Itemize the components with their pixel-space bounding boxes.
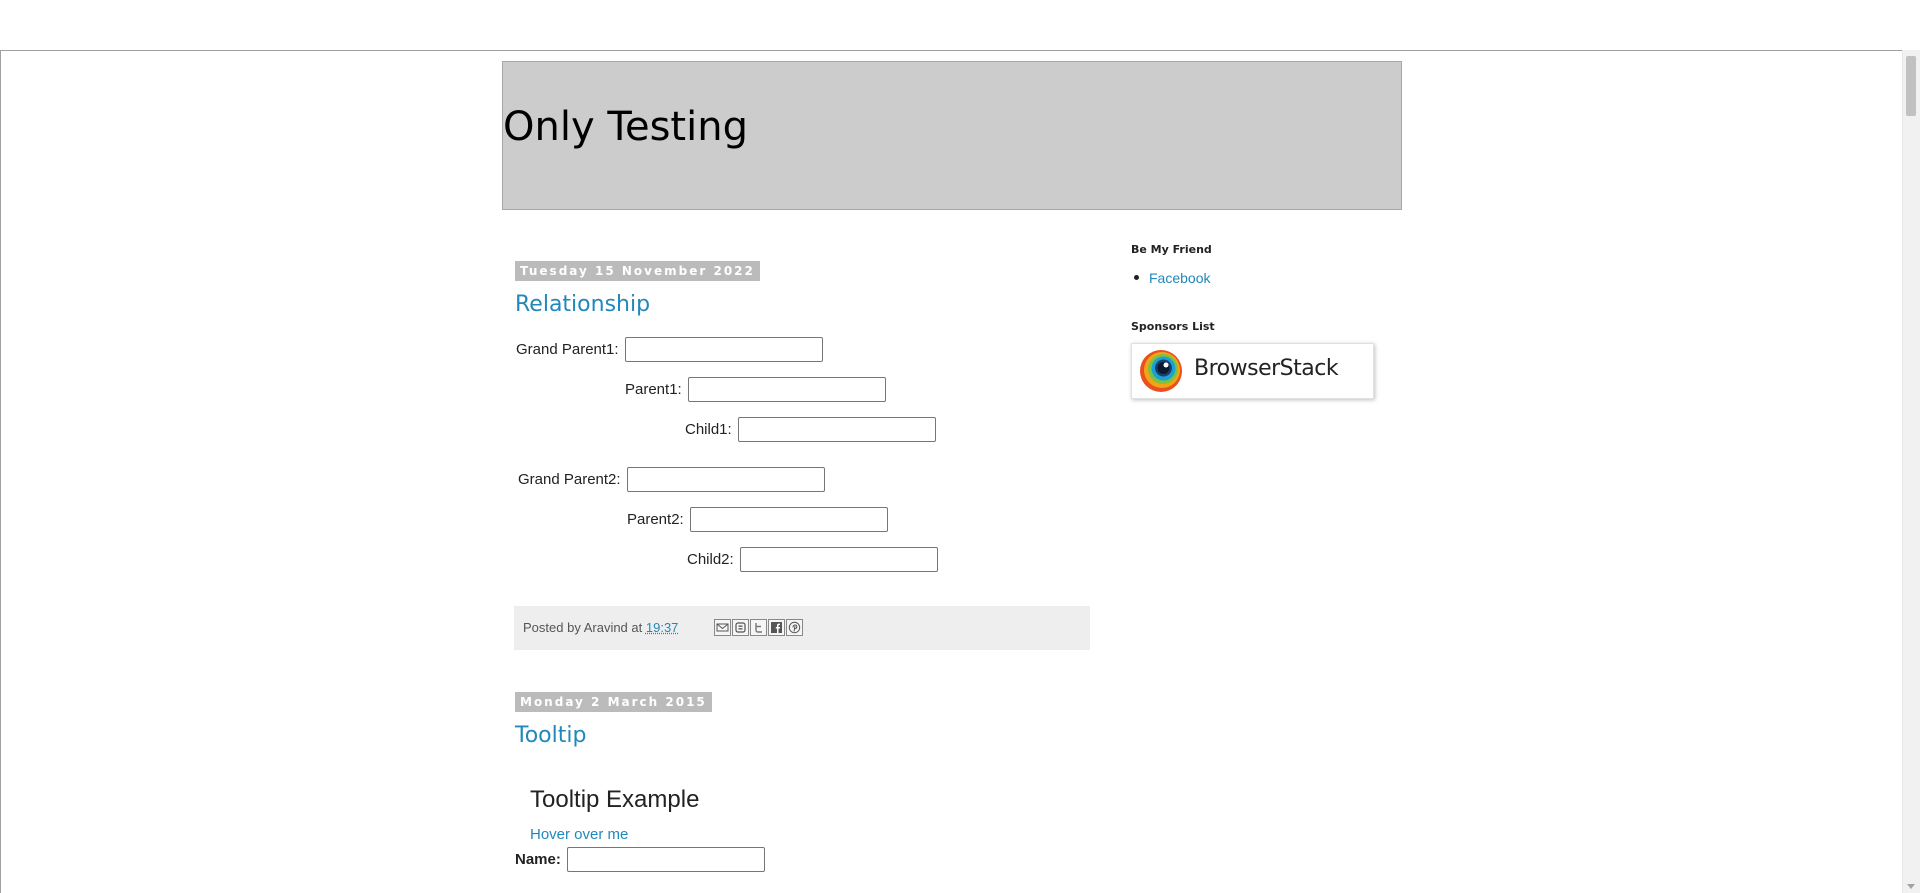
frame-border — [0, 50, 1, 893]
post-date-badge: Tuesday 15 November 2022 — [515, 261, 760, 281]
vertical-scrollbar[interactable] — [1902, 50, 1920, 893]
name-input[interactable] — [567, 847, 765, 872]
child1-label: Child1: — [685, 421, 732, 438]
twitter-icon[interactable] — [750, 619, 767, 636]
child2-input[interactable] — [740, 547, 938, 572]
grand-parent2-label: Grand Parent2: — [518, 471, 621, 488]
pinterest-icon[interactable] — [786, 619, 803, 636]
list-bullet — [1134, 275, 1139, 280]
browser-top-area — [0, 0, 1920, 51]
parent1-label: Parent1: — [625, 381, 682, 398]
share-buttons — [714, 619, 803, 636]
tooltip-example-heading: Tooltip Example — [530, 786, 700, 813]
blog-header: Only Testing — [502, 61, 1402, 210]
post-title-tooltip[interactable]: Tooltip — [515, 723, 586, 748]
name-label: Name: — [515, 851, 561, 868]
scrollbar-thumb[interactable] — [1906, 56, 1916, 116]
posted-by-text: Posted by Aravind at — [523, 620, 643, 635]
post-footer: Posted by Aravind at 19:37 — [514, 606, 1090, 650]
parent2-input[interactable] — [690, 507, 888, 532]
widget-title-be-my-friend: Be My Friend — [1131, 243, 1212, 256]
grand-parent1-input[interactable] — [625, 337, 823, 362]
browserstack-sponsor-banner[interactable]: BrowserStack — [1131, 343, 1374, 399]
post-title-relationship[interactable]: Relationship — [515, 292, 650, 317]
grand-parent2-input[interactable] — [627, 467, 825, 492]
post-date-badge: Monday 2 March 2015 — [515, 692, 712, 712]
browserstack-logo-icon — [1140, 350, 1182, 392]
parent2-label: Parent2: — [627, 511, 684, 528]
browserstack-wordmark: BrowserStack — [1194, 356, 1339, 381]
blogger-icon[interactable] — [732, 619, 749, 636]
grand-parent1-label: Grand Parent1: — [516, 341, 619, 358]
parent1-input[interactable] — [688, 377, 886, 402]
posted-by-line: Posted by Aravind at 19:37 — [523, 620, 678, 635]
child1-input[interactable] — [738, 417, 936, 442]
blog-title[interactable]: Only Testing — [503, 104, 748, 150]
scroll-down-arrow-icon[interactable] — [1907, 884, 1915, 889]
post-timestamp-link[interactable]: 19:37 — [646, 620, 679, 635]
facebook-icon[interactable] — [768, 619, 785, 636]
hover-over-me-link[interactable]: Hover over me — [530, 826, 628, 843]
widget-title-sponsors-list: Sponsors List — [1131, 320, 1215, 333]
email-icon[interactable] — [714, 619, 731, 636]
facebook-link[interactable]: Facebook — [1149, 270, 1210, 286]
child2-label: Child2: — [687, 551, 734, 568]
